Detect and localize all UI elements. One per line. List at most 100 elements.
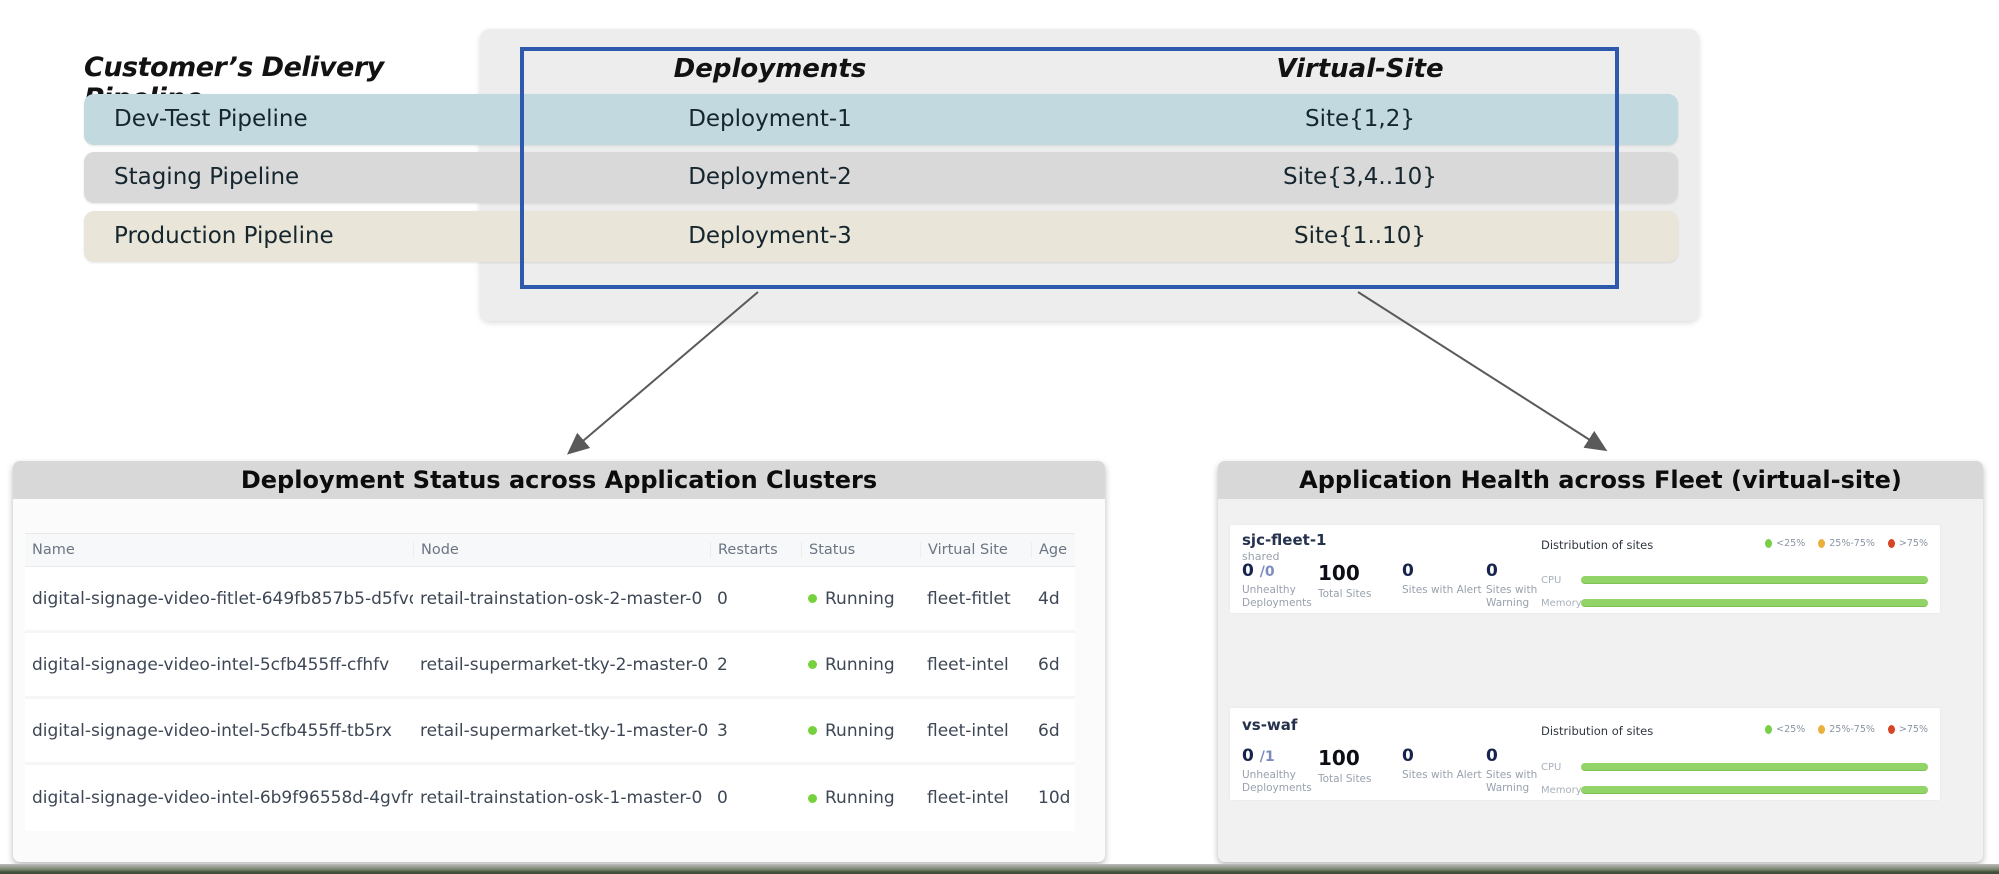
stat-unhealthy-deployments: 0 /1 Unhealthy Deployments	[1242, 746, 1324, 794]
unhealthy-total: /0	[1260, 564, 1275, 580]
stat-sites-with-alert: 0 Sites with Alert	[1402, 561, 1497, 597]
pipeline-row-label: Staging Pipeline	[114, 152, 299, 203]
running-status-icon	[808, 726, 817, 735]
legend-item-high: >75%	[1888, 724, 1928, 735]
running-status-icon	[808, 660, 817, 669]
distribution-legend: <25% 25%-75% >75%	[1765, 538, 1928, 549]
node-name: retail-supermarket-tky-2-master-0	[413, 655, 710, 675]
age: 6d	[1031, 721, 1075, 741]
restart-count: 3	[710, 721, 801, 741]
table-row: digital-signage-video-intel-5cfb455ff-cf…	[25, 633, 1075, 699]
cpu-bar	[1581, 763, 1928, 771]
memory-bar	[1581, 599, 1928, 607]
memory-label: Memory	[1541, 598, 1582, 609]
stat-label: Total Sites	[1318, 773, 1400, 786]
distribution-title: Distribution of sites	[1541, 724, 1653, 738]
status-text: Running	[825, 788, 895, 808]
age: 6d	[1031, 655, 1075, 675]
stat-total-sites: 100 Total Sites	[1318, 561, 1400, 601]
age: 4d	[1031, 589, 1075, 609]
table-header-row: Name Node Restarts Status Virtual Site A…	[25, 533, 1075, 567]
pipeline-row-label: Dev-Test Pipeline	[114, 94, 308, 145]
stat-label: Sites with Alert	[1402, 769, 1497, 782]
fleet-health-card: sjc-fleet-1 shared 0 /0 Unhealthy Deploy…	[1230, 525, 1940, 613]
running-status-icon	[808, 594, 817, 603]
table-row: digital-signage-video-intel-5cfb455ff-tb…	[25, 699, 1075, 765]
unhealthy-value: 0	[1242, 746, 1254, 766]
virtual-site: fleet-intel	[920, 721, 1031, 741]
node-name: retail-trainstation-osk-1-master-0	[413, 788, 710, 808]
status-text: Running	[825, 655, 895, 675]
fleet-health-card: vs-waf 0 /1 Unhealthy Deployments 100 To…	[1230, 708, 1940, 800]
yellow-dot-icon	[1818, 539, 1825, 548]
node-name: retail-supermarket-tky-1-master-0	[413, 721, 710, 741]
pod-name: digital-signage-video-intel-5cfb455ff-cf…	[25, 655, 413, 675]
running-status-icon	[808, 794, 817, 803]
column-header-name: Name	[25, 542, 413, 558]
distribution-legend: <25% 25%-75% >75%	[1765, 724, 1928, 735]
status-text: Running	[825, 589, 895, 609]
legend-item-low: <25%	[1765, 538, 1805, 549]
status-text: Running	[825, 721, 895, 741]
green-dot-icon	[1765, 725, 1772, 734]
stat-label: Sites with Alert	[1402, 584, 1497, 597]
legend-item-mid: 25%-75%	[1818, 538, 1875, 549]
unhealthy-value: 0	[1242, 561, 1254, 581]
cpu-bar	[1581, 576, 1928, 584]
column-header-status: Status	[801, 542, 920, 558]
legend-item-low: <25%	[1765, 724, 1805, 735]
status-cell: Running	[801, 589, 920, 609]
node-name: retail-trainstation-osk-2-master-0	[413, 589, 710, 609]
unhealthy-total: /1	[1260, 749, 1275, 765]
deployment-status-panel-title: Deployment Status across Application Clu…	[13, 461, 1105, 499]
virtual-site: fleet-fitlet	[920, 589, 1031, 609]
legend-item-mid: 25%-75%	[1818, 724, 1875, 735]
virtual-site: fleet-intel	[920, 655, 1031, 675]
red-dot-icon	[1888, 539, 1895, 548]
pod-name: digital-signage-video-fitlet-649fb857b5-…	[25, 589, 413, 609]
column-header-restarts: Restarts	[710, 542, 801, 558]
green-dot-icon	[1765, 539, 1772, 548]
column-header-age: Age	[1031, 542, 1075, 558]
pod-name: digital-signage-video-intel-5cfb455ff-tb…	[25, 721, 413, 741]
table-row: digital-signage-video-fitlet-649fb857b5-…	[25, 567, 1075, 633]
cpu-distribution-row: CPU	[1541, 762, 1928, 772]
restart-count: 2	[710, 655, 801, 675]
memory-distribution-row: Memory	[1541, 785, 1928, 795]
memory-distribution-row: Memory	[1541, 598, 1928, 608]
yellow-dot-icon	[1818, 725, 1825, 734]
deployment-status-panel: Deployment Status across Application Clu…	[13, 461, 1105, 862]
fleet-name: vs-waf	[1242, 716, 1297, 734]
total-sites-value: 100	[1318, 746, 1400, 770]
restart-count: 0	[710, 788, 801, 808]
age: 10d	[1031, 788, 1075, 808]
stat-total-sites: 100 Total Sites	[1318, 746, 1400, 786]
cpu-label: CPU	[1541, 575, 1561, 586]
fleet-name: sjc-fleet-1	[1242, 531, 1327, 549]
total-sites-value: 100	[1318, 561, 1400, 585]
stat-sites-with-alert: 0 Sites with Alert	[1402, 746, 1497, 782]
pod-name: digital-signage-video-intel-6b9f96558d-4…	[25, 788, 413, 808]
column-header-node: Node	[413, 542, 710, 558]
restart-count: 0	[710, 589, 801, 609]
distribution-title: Distribution of sites	[1541, 538, 1653, 552]
memory-label: Memory	[1541, 785, 1582, 796]
stat-label: Unhealthy Deployments	[1242, 769, 1324, 794]
cpu-label: CPU	[1541, 762, 1561, 773]
status-cell: Running	[801, 721, 920, 741]
stat-unhealthy-deployments: 0 /0 Unhealthy Deployments	[1242, 561, 1324, 609]
application-health-panel: Application Health across Fleet (virtual…	[1218, 461, 1983, 862]
cpu-distribution-row: CPU	[1541, 575, 1928, 585]
red-dot-icon	[1888, 725, 1895, 734]
legend-item-high: >75%	[1888, 538, 1928, 549]
stat-label: Total Sites	[1318, 588, 1400, 601]
deployments-highlight-box	[520, 47, 1619, 289]
deployments-table: Name Node Restarts Status Virtual Site A…	[25, 533, 1075, 831]
bottom-edge-bar	[0, 864, 1999, 874]
virtual-site: fleet-intel	[920, 788, 1031, 808]
column-header-virtual-site: Virtual Site	[920, 542, 1031, 558]
memory-bar	[1581, 786, 1928, 794]
pipeline-row-label: Production Pipeline	[114, 211, 334, 262]
stat-label: Unhealthy Deployments	[1242, 584, 1324, 609]
status-cell: Running	[801, 655, 920, 675]
